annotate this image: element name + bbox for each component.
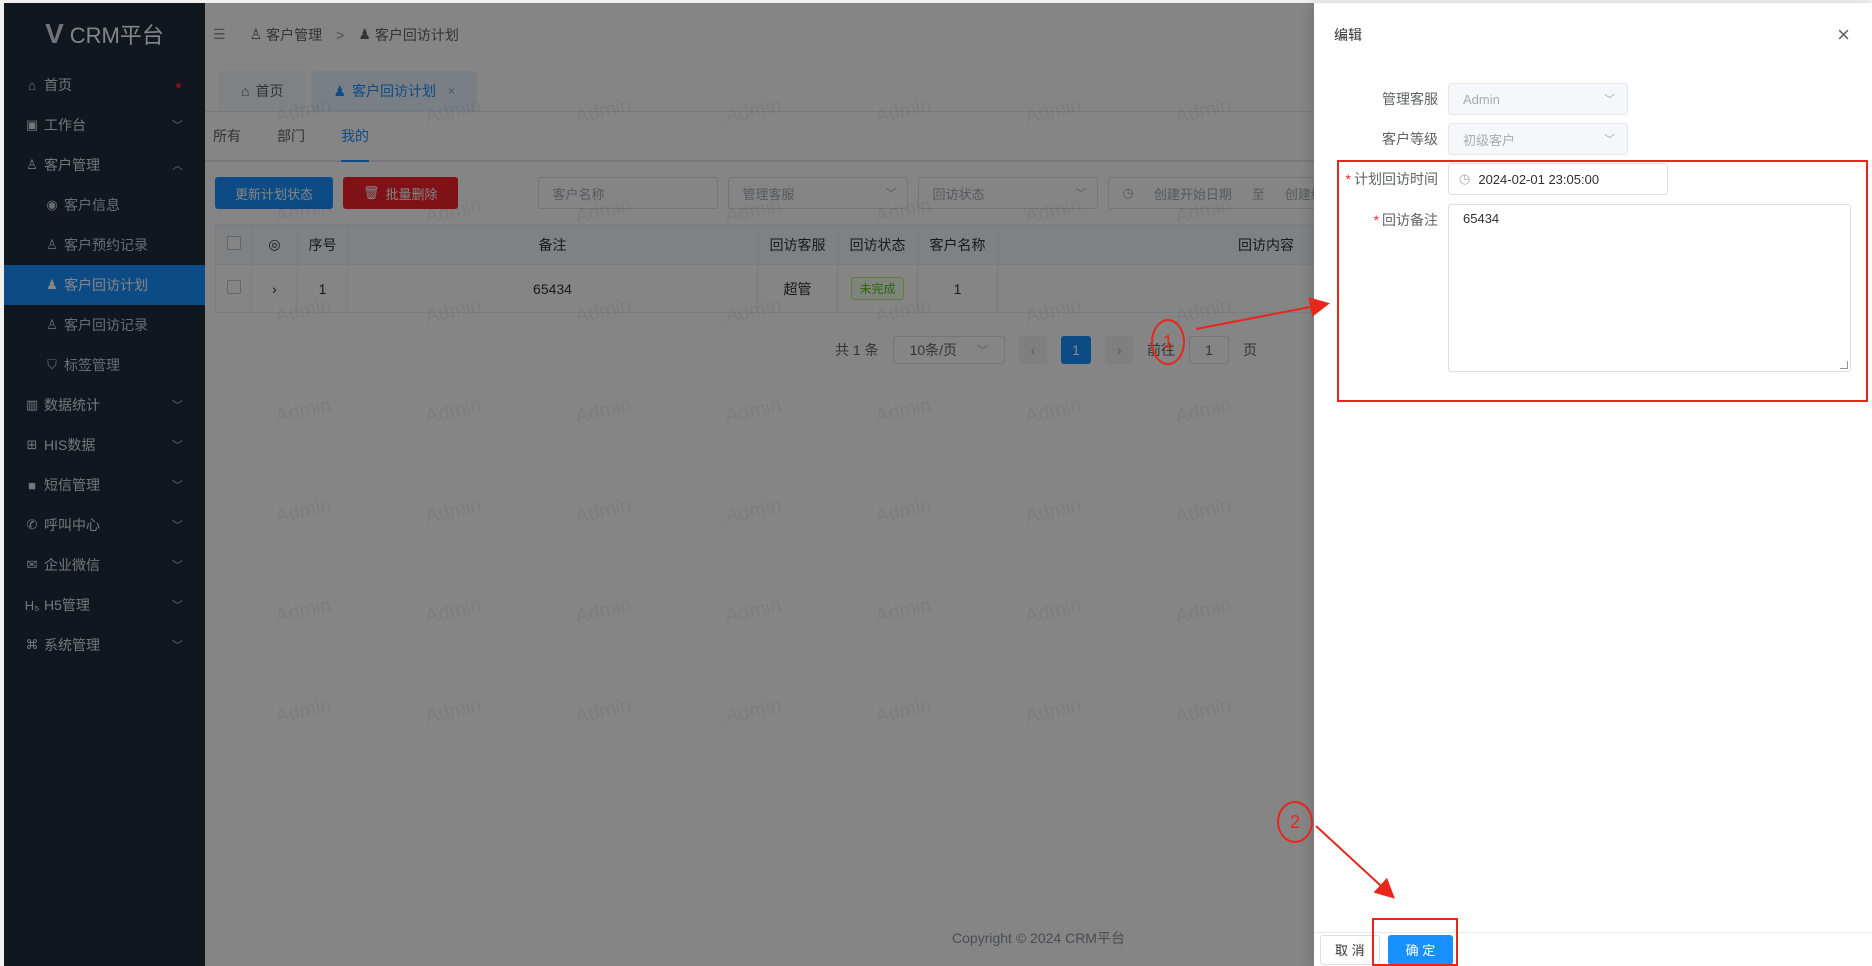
highlight-box-form (1337, 160, 1868, 402)
modal-overlay[interactable] (4, 3, 1315, 966)
chevron-down-icon: ﹀ (1604, 94, 1615, 106)
manager-label: 管理客服 (1382, 91, 1438, 107)
drawer-header: 编辑 × (1314, 3, 1872, 67)
cancel-button[interactable]: 取 消 (1320, 934, 1380, 965)
edit-drawer: 编辑 × 管理客服 Admin ﹀ 客户等级 初级客户 ﹀ * 计划回访时间 ◷ … (1314, 3, 1872, 966)
step-marker-1: 1 (1151, 319, 1185, 365)
manager-value: Admin (1463, 91, 1500, 107)
manager-select: Admin ﹀ (1448, 83, 1628, 115)
level-value: 初级客户 (1463, 132, 1516, 148)
level-label: 客户等级 (1382, 131, 1438, 147)
close-icon[interactable]: × (1837, 24, 1850, 46)
level-select: 初级客户 ﹀ (1448, 123, 1628, 155)
chevron-down-icon: ﹀ (1604, 134, 1615, 146)
step-marker-2: 2 (1277, 801, 1313, 843)
manager-row: 管理客服 Admin ﹀ (1314, 83, 1628, 115)
highlight-box-confirm (1372, 918, 1458, 966)
level-row: 客户等级 初级客户 ﹀ (1314, 123, 1628, 155)
drawer-title: 编辑 (1334, 27, 1362, 43)
